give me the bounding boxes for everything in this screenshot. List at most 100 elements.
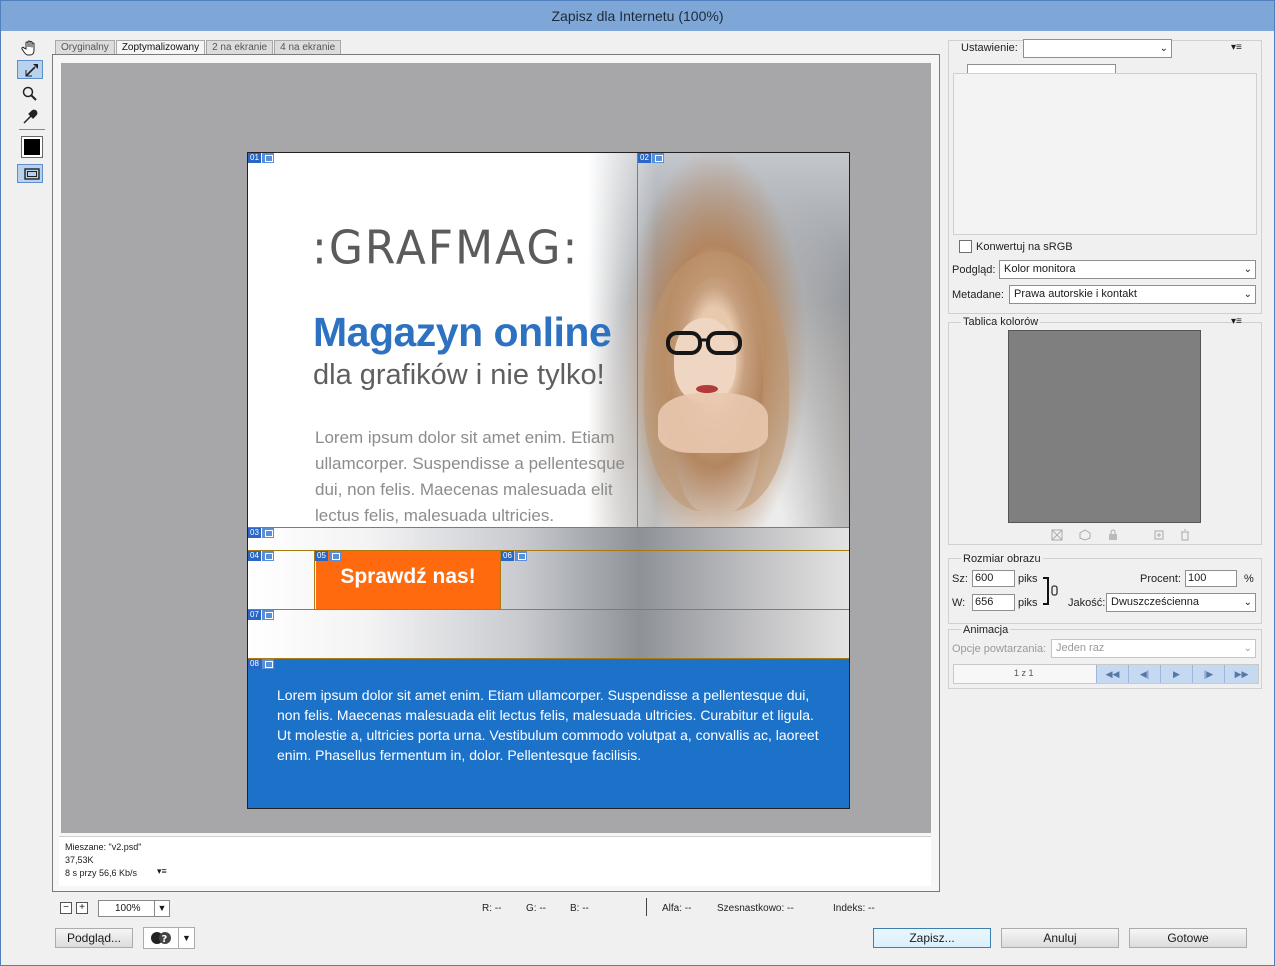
image-size-label: Rozmiar obrazu <box>961 553 1043 565</box>
slice-image-icon <box>261 528 274 538</box>
percent-sign: % <box>1244 573 1254 585</box>
readout-hex: Szesnastkowo: -- <box>717 903 794 914</box>
previous-frame-icon[interactable]: ◀| <box>1128 665 1160 683</box>
readout-g: G: -- <box>526 903 546 914</box>
chevron-down-icon: ⌄ <box>1159 43 1168 54</box>
preview-browser-select[interactable]: ? ▼ <box>143 927 195 949</box>
readout-r: R: -- <box>482 903 502 914</box>
preview-button[interactable]: Podgląd... <box>55 928 133 948</box>
eyedropper-color-swatch[interactable] <box>21 136 43 158</box>
eyedropper-tool-icon[interactable] <box>17 106 43 128</box>
color-table[interactable] <box>1008 330 1201 523</box>
slice-tag-08[interactable]: 08 <box>248 659 274 669</box>
constrain-proportions-link-icon[interactable] <box>1041 576 1061 606</box>
slice-image-icon <box>651 153 664 163</box>
color-table-label: Tablica kolorów <box>961 316 1041 328</box>
quality-select[interactable]: Dwuszcześcienna ⌄ <box>1106 593 1256 612</box>
preset-label: Ustawienie: <box>961 42 1018 54</box>
height-unit: piks <box>1018 597 1038 609</box>
slice-border <box>637 153 638 527</box>
metadata-select[interactable]: Prawa autorskie i kontakt ⌄ <box>1009 285 1256 304</box>
chevron-down-icon: ▼ <box>154 901 169 916</box>
zoom-bar: − + 100% ▼ R: -- G: -- B: -- Alfa: -- Sz… <box>52 897 940 919</box>
slice-image-icon <box>261 659 274 669</box>
slice-tag-02[interactable]: 02 <box>638 153 664 163</box>
new-color-icon[interactable] <box>1153 529 1165 541</box>
trash-icon[interactable] <box>1179 529 1191 541</box>
animation-controls: 1 z 1 ◀◀ ◀| ▶ |▶ ▶▶ <box>953 664 1259 684</box>
zoom-in-button[interactable]: + <box>76 902 88 914</box>
toggle-slices-visibility-icon[interactable] <box>17 164 43 183</box>
percent-label: Procent: <box>1140 573 1181 585</box>
slice-image-icon <box>514 551 527 561</box>
convert-srgb-label: Konwertuj na sRGB <box>976 241 1073 253</box>
svg-text:?: ? <box>162 934 168 945</box>
zoom-level-select[interactable]: 100% ▼ <box>98 900 170 917</box>
chevron-down-icon: ⌄ <box>1243 264 1252 275</box>
preview-canvas-frame: :GRAFMAG: Magazyn online dla grafików i … <box>52 54 940 892</box>
percent-input[interactable]: 100 <box>1185 570 1237 587</box>
preview-mode-label: Podgląd: <box>952 264 996 276</box>
lock-color-icon[interactable] <box>1107 529 1119 541</box>
height-input[interactable]: 656 <box>972 594 1015 611</box>
dialog-client: Oryginalny Zoptymalizowany 2 na ekranie … <box>9 31 1267 959</box>
next-frame-icon[interactable]: |▶ <box>1192 665 1224 683</box>
headline: Magazyn online <box>313 309 612 355</box>
view-tabs: Oryginalny Zoptymalizowany 2 na ekranie … <box>55 40 342 54</box>
slice-image-icon <box>261 153 274 163</box>
cta-button: Sprawdź nas! <box>316 550 500 609</box>
slice-tag-04[interactable]: 04 <box>248 551 274 561</box>
hand-tool-icon[interactable] <box>17 37 43 59</box>
footer-block: Lorem ipsum dolor sit amet enim. Etiam u… <box>248 658 849 808</box>
slice-border <box>248 527 849 528</box>
last-frame-icon[interactable]: ▶▶ <box>1224 665 1258 683</box>
color-table-menu-icon[interactable]: ▾≡ <box>1231 316 1242 327</box>
slice-tag-03[interactable]: 03 <box>248 528 274 538</box>
background-strip-slice-03 <box>248 527 849 550</box>
info-file-size: 37,53K <box>65 855 94 865</box>
optimization-info: Mieszane: "v2.psd" 37,53K 8 s przy 56,6 … <box>59 836 931 886</box>
play-icon[interactable]: ▶ <box>1160 665 1192 683</box>
web-shift-icon[interactable] <box>1079 529 1091 541</box>
slice-select-tool-icon[interactable] <box>17 60 43 79</box>
preset-select[interactable]: ⌄ <box>1023 39 1172 58</box>
readout-index: Indeks: -- <box>833 903 875 914</box>
window-title: Zapisz dla Internetu (100%) <box>1 1 1274 31</box>
preview-canvas[interactable]: :GRAFMAG: Magazyn online dla grafików i … <box>61 63 931 833</box>
info-format: Mieszane: "v2.psd" <box>65 842 142 852</box>
browser-help-icon: ? <box>151 932 171 945</box>
tab-original[interactable]: Oryginalny <box>55 40 115 54</box>
slice-tag-05[interactable]: 05 <box>315 551 341 561</box>
slice-tag-01[interactable]: 01 <box>248 153 274 163</box>
design-preview[interactable]: :GRAFMAG: Magazyn online dla grafików i … <box>247 152 850 809</box>
background-strip-slice-07 <box>248 609 849 658</box>
loop-options-select[interactable]: Jeden raz ⌄ <box>1051 639 1256 658</box>
subheadline: dla grafików i nie tylko! <box>313 359 605 391</box>
convert-srgb-checkbox[interactable] <box>959 240 972 253</box>
tab-2-up[interactable]: 2 na ekranie <box>206 40 274 54</box>
optimize-menu-icon[interactable]: ▾≡ <box>1231 42 1242 53</box>
zoom-out-button[interactable]: − <box>60 902 72 914</box>
readout-alpha: Alfa: -- <box>662 903 692 914</box>
width-label: Sz: <box>952 573 968 585</box>
slice-tag-06[interactable]: 06 <box>501 551 527 561</box>
first-frame-icon[interactable]: ◀◀ <box>1096 665 1128 683</box>
map-transparency-icon[interactable] <box>1051 529 1063 541</box>
zoom-tool-icon[interactable] <box>17 83 43 105</box>
download-speed-menu-icon[interactable]: ▾≡ <box>157 866 167 877</box>
preview-mode-select[interactable]: Kolor monitora ⌄ <box>999 260 1256 279</box>
footer-paragraph: Lorem ipsum dolor sit amet enim. Etiam u… <box>277 687 819 763</box>
format-settings-area <box>953 73 1257 235</box>
info-download-time: 8 s przy 56,6 Kb/s <box>65 868 138 878</box>
slice-image-icon <box>261 610 274 620</box>
chevron-down-icon: ⌄ <box>1243 289 1252 300</box>
slice-border <box>248 658 849 659</box>
tab-optimized[interactable]: Zoptymalizowany <box>115 40 206 54</box>
tab-4-up[interactable]: 4 na ekranie <box>274 40 342 54</box>
chevron-down-icon: ⌄ <box>1243 643 1252 654</box>
slice-tag-07[interactable]: 07 <box>248 610 274 620</box>
metadata-label: Metadane: <box>952 289 1004 301</box>
width-unit: piks <box>1018 573 1038 585</box>
width-input[interactable]: 600 <box>972 570 1015 587</box>
loop-options-label: Opcje powtarzania: <box>952 643 1047 655</box>
